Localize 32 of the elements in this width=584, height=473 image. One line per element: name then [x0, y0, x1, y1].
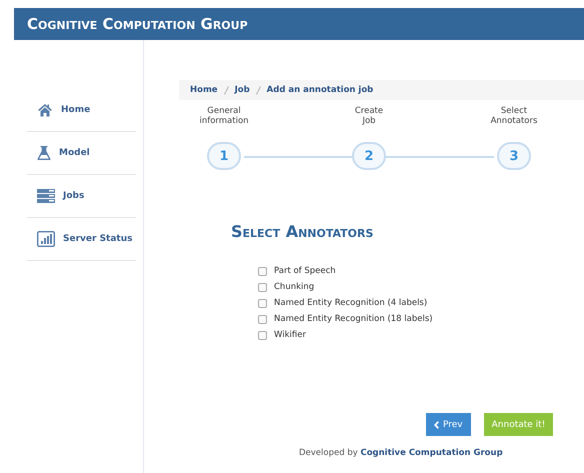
- breadcrumb-link[interactable]: Home: [190, 85, 218, 95]
- footer-text: Developed by Cognitive Computation Group: [299, 448, 504, 458]
- bar-chart-icon: [37, 231, 55, 247]
- house-icon: [37, 103, 53, 117]
- site-title[interactable]: Cognitive Computation Group: [27, 15, 248, 33]
- checkbox[interactable]: [258, 314, 267, 324]
- step-label: General information: [199, 106, 249, 128]
- breadcrumb-link[interactable]: Job: [234, 85, 250, 95]
- flask-icon: [37, 145, 51, 161]
- checkbox-label[interactable]: Named Entity Recognition (18 labels): [274, 314, 433, 324]
- section-heading: Select Annotators: [231, 222, 374, 241]
- sidebar-item[interactable]: Model: [27, 132, 136, 175]
- sidebar-item[interactable]: Server Status: [27, 218, 136, 261]
- server-icon: [37, 189, 55, 203]
- checkbox-label[interactable]: Chunking: [274, 282, 314, 292]
- prev-button[interactable]: Prev: [426, 413, 471, 436]
- checkbox[interactable]: [258, 298, 267, 308]
- chevron-left-icon: [434, 420, 439, 428]
- checkbox[interactable]: [258, 282, 267, 292]
- breadcrumb-separator: [256, 86, 261, 94]
- step-label: Select Annotators: [490, 106, 538, 128]
- breadcrumb-separator: [224, 86, 229, 94]
- breadcrumb-link[interactable]: Add an annotation job: [266, 85, 374, 95]
- checkbox[interactable]: [258, 330, 267, 340]
- step-label: Create Job: [354, 106, 384, 128]
- checkbox-label[interactable]: Named Entity Recognition (4 labels): [274, 298, 428, 308]
- sidebar-item[interactable]: Jobs: [27, 175, 136, 218]
- sidebar-item[interactable]: Home: [27, 89, 136, 132]
- footer-link[interactable]: Cognitive Computation Group: [360, 448, 503, 458]
- checkbox-label[interactable]: Wikifier: [274, 330, 306, 340]
- checkbox-label[interactable]: Part of Speech: [274, 266, 336, 276]
- checkbox[interactable]: [258, 266, 267, 276]
